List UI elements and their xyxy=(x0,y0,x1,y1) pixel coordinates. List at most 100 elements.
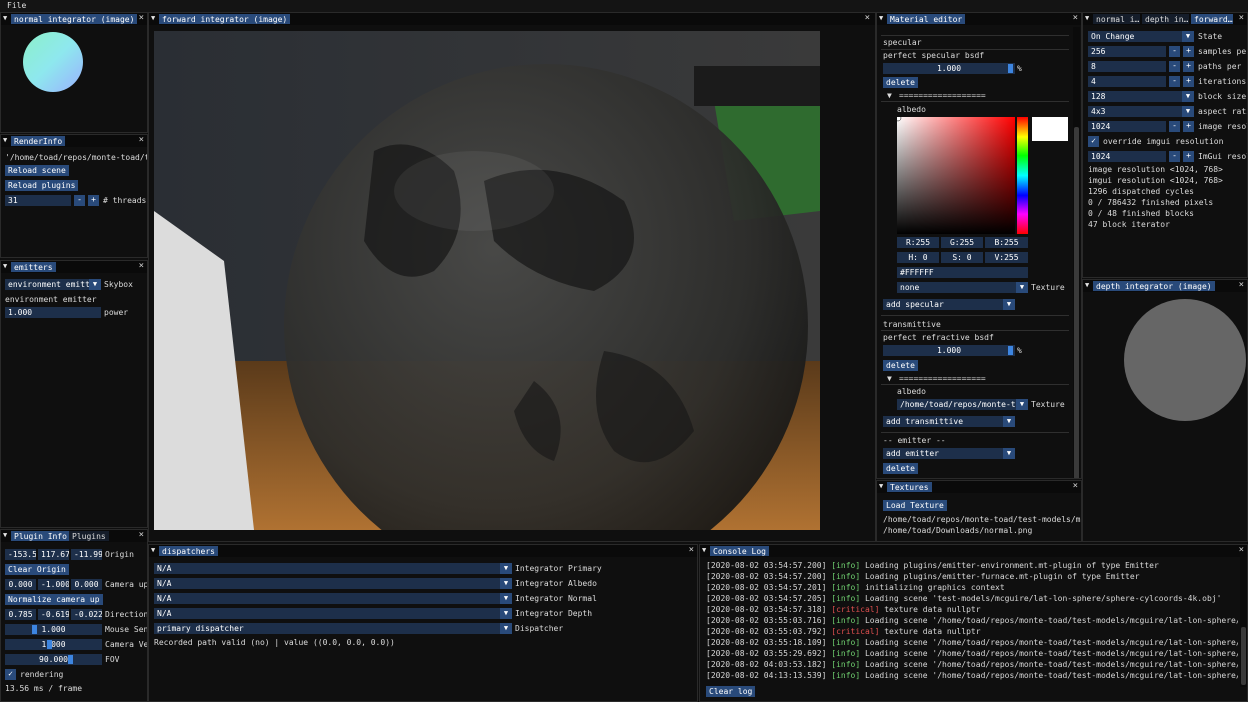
window-title[interactable]: Textures xyxy=(887,482,932,492)
threads-increment-button[interactable]: + xyxy=(88,195,99,206)
scrollbar-thumb[interactable] xyxy=(1074,127,1079,478)
direction-z-input[interactable]: -0.022 xyxy=(71,609,102,620)
slider-grab[interactable] xyxy=(32,625,37,634)
block-size-combo[interactable]: 128 ▼ xyxy=(1088,91,1194,102)
close-icon[interactable]: × xyxy=(865,13,870,23)
camera-up-x-input[interactable]: 0.000 xyxy=(5,579,36,590)
close-icon[interactable]: × xyxy=(139,261,144,271)
collapse-arrow-icon[interactable]: ▼ xyxy=(3,531,7,539)
image-resolution-input[interactable]: 1024 xyxy=(1088,121,1166,132)
tab-normal[interactable]: normal i… xyxy=(1093,14,1140,24)
samples-decrement-button[interactable]: - xyxy=(1169,46,1180,57)
integrator-albedo-combo[interactable]: N/A ▼ xyxy=(154,578,512,589)
integrator-depth-combo[interactable]: N/A ▼ xyxy=(154,608,512,619)
paths-increment-button[interactable]: + xyxy=(1183,61,1194,72)
collapse-arrow-icon[interactable]: ▼ xyxy=(702,546,706,554)
collapse-arrow-icon[interactable]: ▼ xyxy=(879,14,883,22)
normalize-camera-up-button[interactable]: Normalize camera up xyxy=(5,594,103,605)
close-icon[interactable]: × xyxy=(139,13,144,23)
add-specular-combo[interactable]: add specular ▼ xyxy=(883,299,1015,310)
texture-path-item[interactable]: /home/toad/Downloads/normal.png xyxy=(883,526,1032,535)
scrollbar-thumb[interactable] xyxy=(1241,627,1246,685)
collapse-arrow-icon[interactable]: ▼ xyxy=(879,482,883,490)
threads-input[interactable]: 31 xyxy=(5,195,71,206)
hex-color-input[interactable]: #FFFFFF xyxy=(897,267,1028,278)
add-emitter-combo[interactable]: add emitter ▼ xyxy=(883,448,1015,459)
material-scrollbar[interactable] xyxy=(1073,27,1080,478)
window-title[interactable]: Console Log xyxy=(710,546,769,556)
paths-input[interactable]: 8 xyxy=(1088,61,1166,72)
close-icon[interactable]: × xyxy=(139,530,144,540)
slider-grab[interactable] xyxy=(1008,346,1013,355)
delete-specular-button[interactable]: delete xyxy=(883,77,918,88)
color-picker-hue-bar[interactable] xyxy=(1017,117,1028,234)
tree-arrow-icon[interactable]: ▼ xyxy=(887,91,892,100)
tab-forward[interactable]: forward… xyxy=(1191,14,1233,24)
clear-log-button[interactable]: Clear log xyxy=(706,686,756,697)
close-icon[interactable]: × xyxy=(1239,13,1244,23)
refractive-value-slider[interactable]: 1.000 xyxy=(883,345,1015,356)
camera-up-y-input[interactable]: -1.000 xyxy=(38,579,69,590)
close-icon[interactable]: × xyxy=(1239,280,1244,290)
fov-slider[interactable]: 90.000 xyxy=(5,654,102,665)
tab-plugins[interactable]: Plugins xyxy=(69,531,109,541)
window-title[interactable]: Material editor xyxy=(887,14,966,24)
texture-path-item[interactable]: /home/toad/repos/monte-toad/test-models/… xyxy=(883,515,1081,524)
saturation-input[interactable]: S: 0 xyxy=(941,252,983,263)
window-title[interactable]: depth integrator (image) xyxy=(1093,281,1215,291)
albedo-texture-combo[interactable]: /home/toad/repos/monte-toa ▼ xyxy=(897,399,1028,410)
emitter-type-combo[interactable]: environment emitte ▼ xyxy=(5,279,101,290)
direction-y-input[interactable]: -0.619 xyxy=(38,609,69,620)
iterations-decrement-button[interactable]: - xyxy=(1169,76,1180,87)
dispatcher-combo[interactable]: primary dispatcher ▼ xyxy=(154,623,512,634)
delete-transmittive-button[interactable]: delete xyxy=(883,360,918,371)
close-icon[interactable]: × xyxy=(689,545,694,555)
blue-channel-input[interactable]: B:255 xyxy=(985,237,1028,248)
state-combo[interactable]: On Change ▼ xyxy=(1088,31,1194,42)
tab-plugin-info[interactable]: Plugin Info xyxy=(11,531,70,541)
override-imgui-checkbox[interactable]: ✓ xyxy=(1088,136,1099,147)
close-icon[interactable]: × xyxy=(1239,545,1244,555)
value-input[interactable]: V:255 xyxy=(985,252,1028,263)
iterations-input[interactable]: 4 xyxy=(1088,76,1166,87)
texture-combo[interactable]: none ▼ xyxy=(897,282,1028,293)
collapse-arrow-icon[interactable]: ▼ xyxy=(151,14,155,22)
collapse-arrow-icon[interactable]: ▼ xyxy=(3,136,7,144)
imgui-resolution-input[interactable]: 1024 xyxy=(1088,151,1166,162)
collapse-arrow-icon[interactable]: ▼ xyxy=(3,14,7,22)
collapse-arrow-icon[interactable]: ▼ xyxy=(1085,14,1089,22)
image-resolution-increment-button[interactable]: + xyxy=(1183,121,1194,132)
integrator-normal-combo[interactable]: N/A ▼ xyxy=(154,593,512,604)
reload-plugins-button[interactable]: Reload plugins xyxy=(5,180,79,191)
delete-emitter-button[interactable]: delete xyxy=(883,463,918,474)
samples-input[interactable]: 256 xyxy=(1088,46,1166,57)
collapse-arrow-icon[interactable]: ▼ xyxy=(3,262,7,270)
window-title[interactable]: RenderInfo xyxy=(11,136,66,146)
slider-grab[interactable] xyxy=(47,640,52,649)
slider-grab[interactable] xyxy=(1008,64,1013,73)
threads-decrement-button[interactable]: - xyxy=(74,195,85,206)
aspect-ratio-combo[interactable]: 4x3 ▼ xyxy=(1088,106,1194,117)
imgui-resolution-decrement-button[interactable]: - xyxy=(1169,151,1180,162)
mouse-sensitivity-slider[interactable]: 1.000 xyxy=(5,624,102,635)
hue-input[interactable]: H: 0 xyxy=(897,252,939,263)
close-icon[interactable]: × xyxy=(1073,481,1078,491)
camera-velocity-slider[interactable]: 1.000 xyxy=(5,639,102,650)
slider-grab[interactable] xyxy=(68,655,73,664)
tree-arrow-icon[interactable]: ▼ xyxy=(887,374,892,383)
tab-depth[interactable]: depth in… xyxy=(1142,14,1189,24)
power-slider[interactable]: 1.000 xyxy=(5,307,101,318)
reload-scene-button[interactable]: Reload scene xyxy=(5,165,69,176)
integrator-primary-combo[interactable]: N/A ▼ xyxy=(154,563,512,574)
image-resolution-decrement-button[interactable]: - xyxy=(1169,121,1180,132)
red-channel-input[interactable]: R:255 xyxy=(897,237,939,248)
add-transmittive-combo[interactable]: add transmittive ▼ xyxy=(883,416,1015,427)
origin-x-input[interactable]: -153.5 xyxy=(5,549,36,560)
window-title[interactable]: dispatchers xyxy=(159,546,218,556)
imgui-resolution-increment-button[interactable]: + xyxy=(1183,151,1194,162)
window-title[interactable]: normal integrator (image) xyxy=(11,14,138,24)
close-icon[interactable]: × xyxy=(139,135,144,145)
paths-decrement-button[interactable]: - xyxy=(1169,61,1180,72)
window-title[interactable]: forward integrator (image) xyxy=(159,14,291,24)
clear-origin-button[interactable]: Clear Origin xyxy=(5,564,69,575)
